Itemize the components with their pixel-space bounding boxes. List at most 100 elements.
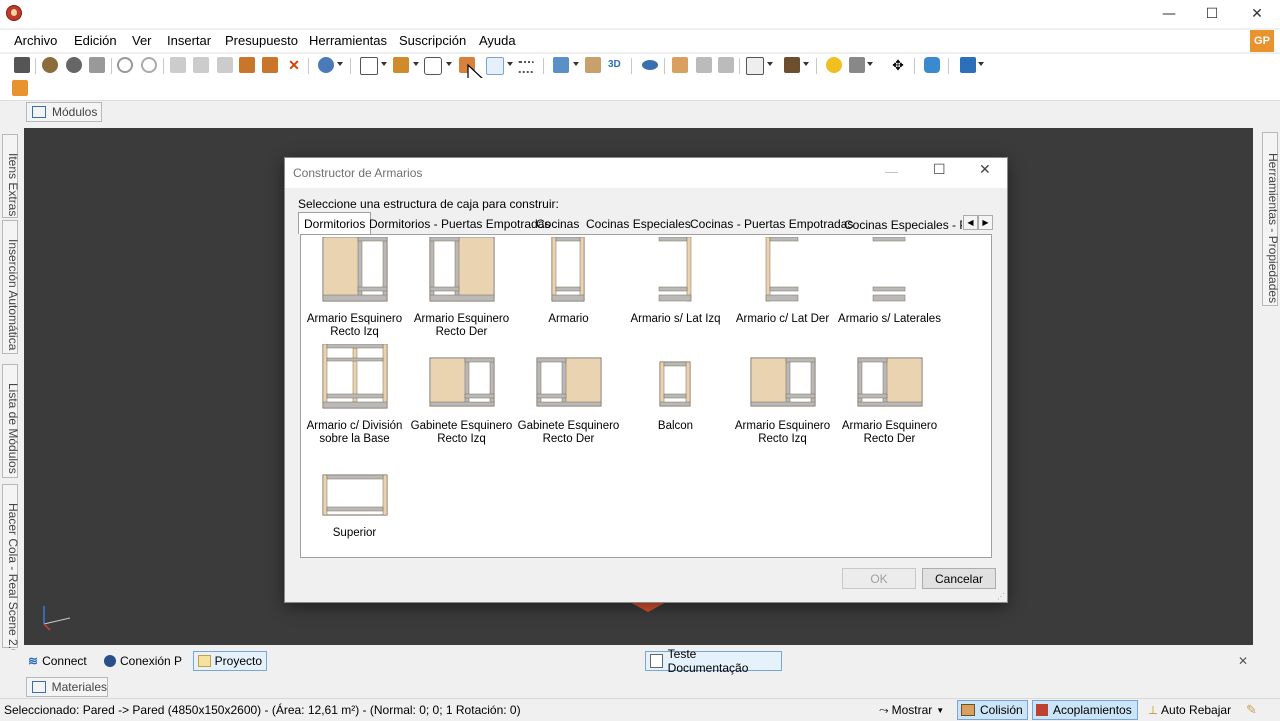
left-panel-label: Itens Extras [6,153,20,217]
cabinet-builder-dialog: Constructor de Armarios — ☐ ✕ Seleccione… [284,157,1008,603]
move-icon[interactable]: ✥ [890,57,906,73]
mostrar-label: Mostrar [891,703,933,717]
tab-cocinas[interactable]: Cocinas [533,214,582,234]
structure-item[interactable]: Armario c/ División sobre la Base [301,344,408,445]
dock-close-button[interactable]: ✕ [1234,651,1252,671]
left-panel-insercion[interactable]: Inserción Automática [2,220,20,354]
structure-item[interactable]: Armario Esquinero Recto Der [408,237,515,338]
structure-item[interactable]: Balcon [622,344,729,444]
chevron-down-icon: ▼ [936,705,945,715]
menu-herramientas[interactable]: Herramientas [309,33,387,48]
copy-icon[interactable] [193,57,209,73]
print-icon[interactable] [89,57,105,73]
minimize-button[interactable]: — [1146,0,1192,28]
dialog-prompt: Seleccione una estructura de caja para c… [298,197,559,211]
tab-dormitorios[interactable]: Dormitorios [298,212,372,234]
menu-edicion[interactable]: Edición [74,33,117,48]
structure-item[interactable]: Superior [301,451,408,551]
camera-icon[interactable] [849,57,865,73]
structure-item[interactable]: Armario Esquinero Recto Izq [301,237,408,338]
acoplamientos-toggle[interactable]: Acoplamientos [1032,700,1138,720]
cancel-button[interactable]: Cancelar [922,568,996,589]
paint-icon[interactable] [262,57,278,73]
dimension-icon[interactable] [518,61,534,73]
box-icon[interactable] [784,57,800,73]
modules-tab[interactable]: Módulos [26,102,102,122]
dialog-close-button[interactable]: ✕ [979,162,991,178]
eye-icon[interactable] [642,60,658,70]
layers-icon[interactable] [360,57,378,75]
conexion-tab[interactable]: Conexión P [100,651,186,671]
menu-insertar[interactable]: Insertar [167,33,211,48]
layout-icon[interactable] [960,57,976,73]
structure-item[interactable]: Armario s/ Laterales [836,237,943,337]
mostrar-dropdown[interactable]: ⤳ Mostrar ▼ [876,700,947,720]
dialog-minimize-button[interactable]: — [885,164,898,179]
delete-icon[interactable]: ✕ [286,57,302,73]
redo-icon[interactable] [141,57,157,73]
menu-ayuda[interactable]: Ayuda [479,33,516,48]
document-tab[interactable]: Teste Documentação [645,647,782,675]
auto-rebajar-toggle[interactable]: ⟂ Auto Rebajar [1146,700,1234,720]
ok-button[interactable]: OK [842,568,916,589]
close-button[interactable]: ✕ [1234,0,1280,28]
module-tree-icon[interactable] [393,57,409,73]
select-pointer-icon[interactable] [486,57,504,75]
left-panel-hacer-cola[interactable]: Hacer Cola - Real Scene 2.0 [2,484,20,656]
menu-suscripcion[interactable]: Suscripción [399,33,466,48]
tab-cocinas-especiales-puertas[interactable]: Cocinas Especiales - Pue [841,215,962,234]
menu-archivo[interactable]: Archivo [14,33,57,48]
auto-rebajar-label: Auto Rebajar [1161,703,1232,717]
light-icon[interactable] [826,57,842,73]
view-icon[interactable] [746,57,764,75]
structure-item[interactable]: Gabinete Esquinero Recto Der [515,344,622,445]
structure-item[interactable]: Gabinete Esquinero Recto Izq [408,344,515,445]
materials-tab[interactable]: Materiales [26,677,108,697]
coupling-icon [1036,704,1048,716]
arrow-left-icon[interactable] [696,57,712,73]
acoplamientos-label: Acoplamientos [1053,703,1132,717]
menu-presupuesto[interactable]: Presupuesto [225,33,298,48]
menu-ver[interactable]: Ver [132,33,152,48]
structure-item[interactable]: Armario [515,237,622,337]
save-icon[interactable] [14,57,30,73]
resize-grip-icon[interactable]: ⋰ [997,592,1005,601]
user-icon[interactable] [12,80,28,96]
tab-scroll-right-button[interactable]: ▶ [978,215,993,230]
connect-tab[interactable]: ≋ Connect [24,651,91,671]
dialog-maximize-button[interactable]: ☐ [933,162,946,178]
left-panel-itens-extras[interactable]: Itens Extras [2,134,20,218]
paste-icon[interactable] [217,57,233,73]
colision-label: Colisión [980,703,1023,717]
tab-cocinas-especiales[interactable]: Cocinas Especiales [583,214,694,234]
structure-item[interactable]: Armario c/ Lat Der [729,237,836,337]
tab-dormitorios-puertas[interactable]: Dormitorios - Puertas Empotradas [366,214,553,234]
maximize-button[interactable]: ☐ [1189,0,1235,28]
left-panel-lista-modulos[interactable]: Lista de Módulos [2,364,20,478]
colision-toggle[interactable]: Colisión [957,700,1028,720]
hammer-icon[interactable] [239,57,255,73]
wall-icon[interactable] [553,57,569,73]
cut-icon[interactable] [170,57,186,73]
tab-cocinas-puertas[interactable]: Cocinas - Puertas Empotradas [687,214,856,234]
arrow-right-icon[interactable] [718,57,734,73]
module-icon[interactable] [672,57,688,73]
right-dock-rail: Herramientas - Propiedades [1260,128,1280,648]
structure-item[interactable]: Armario s/ Lat Izq [622,237,729,337]
budget-icon[interactable] [318,57,334,73]
tools-icon[interactable]: ✎ [1246,702,1262,717]
right-panel-herramientas[interactable]: Herramientas - Propiedades [1262,132,1280,306]
tab-scroll-left-button[interactable]: ◀ [963,215,978,230]
3d-icon[interactable]: 3D [608,57,624,73]
shape-icon[interactable] [424,57,442,75]
structure-item[interactable]: Armario Esquinero Recto Izq [729,344,836,445]
proyecto-tab[interactable]: Proyecto [193,651,267,671]
structure-label: Gabinete Esquinero Recto Izq [410,420,513,445]
structure-item[interactable]: Armario Esquinero Recto Der [836,344,943,445]
print-preview-icon[interactable] [66,57,82,73]
chat-icon[interactable] [924,57,940,73]
user-avatar[interactable]: GP [1250,30,1274,52]
door-icon[interactable] [585,57,601,73]
render-icon[interactable] [42,57,58,73]
undo-icon[interactable] [117,57,133,73]
